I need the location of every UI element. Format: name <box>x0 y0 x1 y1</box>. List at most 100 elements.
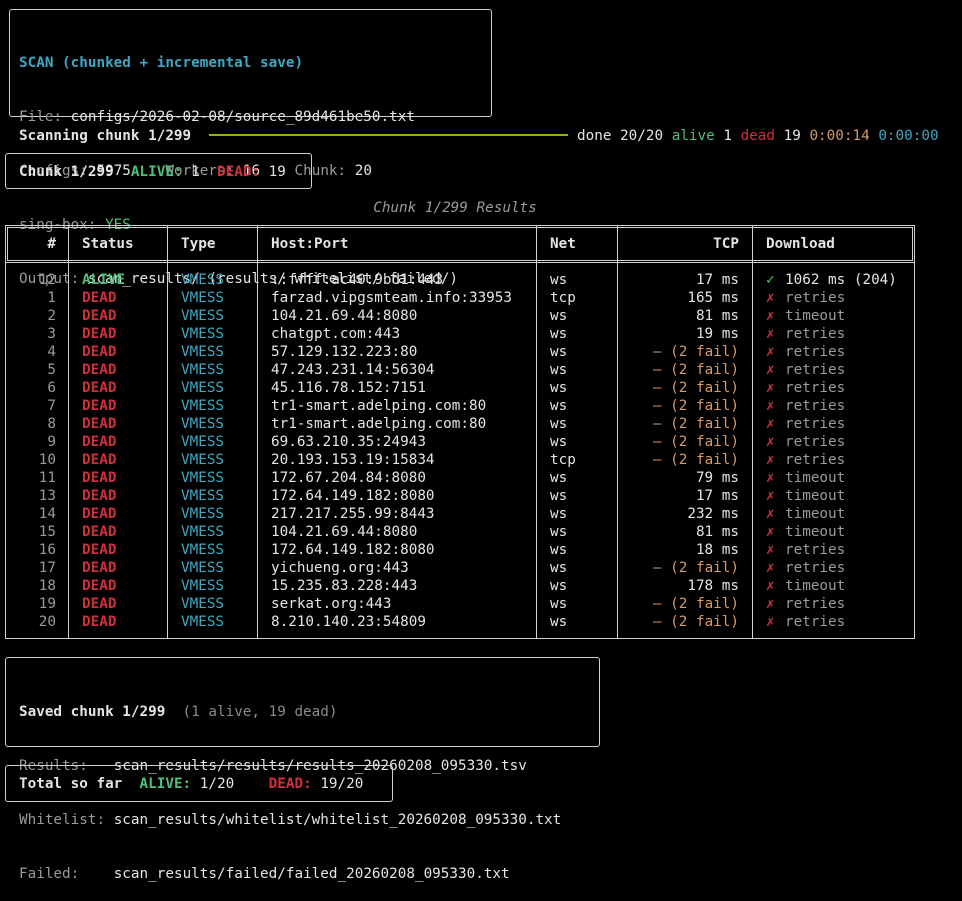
row-download: retries <box>785 398 846 414</box>
cross-icon: ✗ <box>766 308 775 324</box>
cross-icon: ✗ <box>766 614 775 630</box>
row-download: retries <box>785 416 846 432</box>
row-net: ws <box>550 614 568 630</box>
chunk-dead-label: DEAD: <box>217 164 261 180</box>
whitelist-path-label: Whitelist: <box>19 812 106 828</box>
row-number: 10 <box>38 452 56 468</box>
cross-icon: ✗ <box>766 524 775 540</box>
col-divider <box>536 225 537 639</box>
row-download: retries <box>785 344 846 360</box>
col-header-net: Net <box>550 236 576 252</box>
row-number: 7 <box>47 398 56 414</box>
row-download: timeout <box>785 488 846 504</box>
row-hostport: 217.217.255.99:8443 <box>271 506 435 522</box>
row-net: ws <box>550 506 568 522</box>
row-status: DEAD <box>82 416 117 432</box>
row-tcp: — (2 fail) <box>652 398 739 414</box>
row-number: 5 <box>47 362 56 378</box>
cross-icon: ✗ <box>766 578 775 594</box>
row-type: VMESS <box>181 470 225 486</box>
row-status: DEAD <box>82 488 117 504</box>
row-hostport: tr1-smart.adelping.com:80 <box>271 398 487 414</box>
row-hostport: 57.129.132.223:80 <box>271 344 418 360</box>
row-tcp: 18 ms <box>695 542 739 558</box>
row-type: VMESS <box>181 578 225 594</box>
col-header-download: Download <box>766 236 835 252</box>
row-status: DEAD <box>82 308 117 324</box>
cross-icon: ✗ <box>766 470 775 486</box>
row-download: retries <box>785 542 846 558</box>
failed-path: scan_results/failed/failed_20260208_0953… <box>113 866 510 882</box>
cross-icon: ✗ <box>766 596 775 612</box>
row-net: ws <box>550 434 568 450</box>
row-number: 4 <box>47 344 56 360</box>
saved-summary: (1 alive, 19 dead) <box>182 704 338 720</box>
row-tcp: 81 ms <box>695 524 739 540</box>
whitelist-path: scan_results/whitelist/whitelist_2026020… <box>113 812 562 828</box>
row-download: retries <box>785 290 846 306</box>
cross-icon: ✗ <box>766 344 775 360</box>
total-alive-value: 1/20 <box>199 776 235 792</box>
row-number: 20 <box>38 614 56 630</box>
cross-icon: ✗ <box>766 506 775 522</box>
row-tcp: — (2 fail) <box>652 344 739 360</box>
cross-icon: ✗ <box>766 452 775 468</box>
row-status: DEAD <box>82 344 117 360</box>
row-number: 16 <box>38 542 56 558</box>
col-divider <box>257 225 258 639</box>
row-tcp: — (2 fail) <box>652 416 739 432</box>
total-dead-value: 19/20 <box>320 776 364 792</box>
row-type: VMESS <box>181 344 225 360</box>
row-status: DEAD <box>82 524 117 540</box>
file-label: File: <box>19 109 63 125</box>
progress-elapsed: 0:00:14 <box>809 128 870 144</box>
row-number: 8 <box>47 416 56 432</box>
row-tcp: — (2 fail) <box>652 596 739 612</box>
row-type: VMESS <box>181 596 225 612</box>
row-status: DEAD <box>82 506 117 522</box>
cross-icon: ✗ <box>766 326 775 342</box>
row-number: 3 <box>47 326 56 342</box>
row-type: VMESS <box>181 326 225 342</box>
col-header-tcp: TCP <box>713 236 739 252</box>
cross-icon: ✗ <box>766 488 775 504</box>
cross-icon: ✗ <box>766 290 775 306</box>
row-download: retries <box>785 434 846 450</box>
row-number: 12 <box>38 272 56 288</box>
row-status: DEAD <box>82 470 117 486</box>
row-number: 14 <box>38 506 56 522</box>
cross-icon: ✗ <box>766 398 775 414</box>
row-hostport: 104.21.69.44:8080 <box>271 308 418 324</box>
row-tcp: 232 ms <box>687 506 739 522</box>
row-hostport: chatgpt.com:443 <box>271 326 401 342</box>
row-net: ws <box>550 488 568 504</box>
progress-bar <box>209 134 568 136</box>
results-caption: Chunk 1/299 Results <box>373 200 537 216</box>
row-net: ws <box>550 308 568 324</box>
row-hostport: farzad.vipgsmteam.info:33953 <box>271 290 513 306</box>
progress-remaining: 0:00:00 <box>878 128 939 144</box>
row-net: ws <box>550 524 568 540</box>
row-type: VMESS <box>181 452 225 468</box>
cross-icon: ✗ <box>766 560 775 576</box>
row-type: VMESS <box>181 434 225 450</box>
total-dead-label: DEAD: <box>268 776 312 792</box>
total-alive-label: ALIVE: <box>139 776 192 792</box>
row-download: retries <box>785 452 846 468</box>
row-net: ws <box>550 416 568 432</box>
col-header-type: Type <box>181 236 216 252</box>
row-hostport: serkat.org:443 <box>271 596 392 612</box>
row-download: timeout <box>785 578 846 594</box>
col-divider <box>167 225 168 639</box>
row-net: ws <box>550 470 568 486</box>
row-status: DEAD <box>82 614 117 630</box>
row-status: DEAD <box>82 596 117 612</box>
col-header-hostport: Host:Port <box>271 236 349 252</box>
row-download: 1062 ms (204) <box>785 272 897 288</box>
row-download: retries <box>785 560 846 576</box>
row-status: DEAD <box>82 542 117 558</box>
file-value: configs/2026-02-08/source_89d461be50.txt <box>70 109 415 125</box>
col-header-number: # <box>47 236 56 252</box>
row-tcp: 178 ms <box>687 578 739 594</box>
row-net: tcp <box>550 452 576 468</box>
